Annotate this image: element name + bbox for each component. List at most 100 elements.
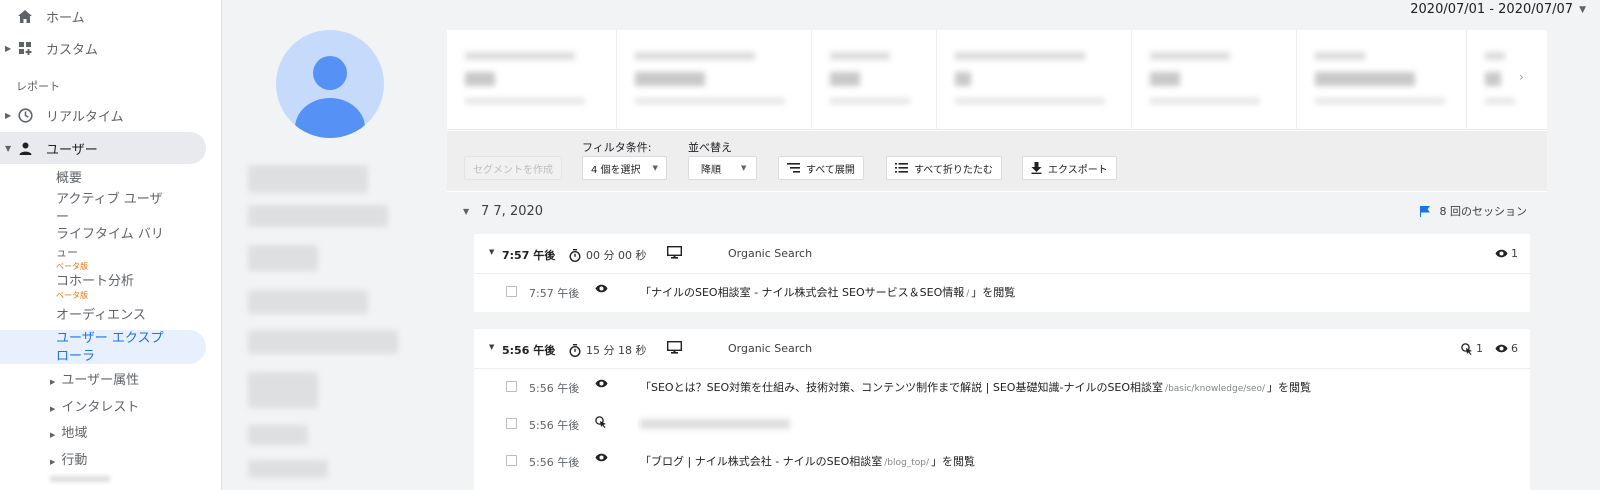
hit-time: 5:56 午後 (529, 456, 580, 469)
export-button[interactable]: エクスポート (1022, 156, 1117, 180)
redacted-info (248, 205, 388, 227)
expand-all-button[interactable]: すべて展開 (778, 156, 864, 180)
session-duration: 15 分 18 秒 (569, 342, 646, 358)
session-counts: 1 6 (1461, 342, 1518, 355)
hit-checkbox[interactable] (506, 286, 517, 297)
filter-value: 4 個を選択 (591, 164, 641, 176)
eye-icon (1495, 344, 1508, 353)
nav-behavior-label: 行動 (61, 453, 88, 468)
metric-cell (617, 30, 812, 130)
caret-right-icon: ▶ (50, 405, 56, 413)
nav-home-label: ホーム (46, 10, 85, 26)
session-source: Organic Search (728, 247, 813, 260)
avatar (276, 30, 384, 138)
caret-right-icon: ▶ (50, 431, 56, 439)
pageview-count: 6 (1495, 342, 1518, 355)
dashboard-icon (16, 39, 34, 57)
collapse-all-label: すべて折りたたむ (914, 164, 993, 176)
hit-row: 5:56 午後 「SEOとは？SEO対策を仕組み、技術対策、コンテンツ制作まで解… (474, 369, 1530, 405)
redacted-info (248, 290, 368, 314)
session-duration-value: 15 分 18 秒 (586, 344, 647, 357)
hit-suffix: 」を閲覧 (1267, 381, 1312, 394)
event-count-value: 1 (1476, 342, 1483, 355)
hit-checkbox[interactable] (506, 418, 517, 429)
hit-description[interactable]: 「ブログ | ナイル株式会社 - ナイルのSEO相談室/blog_top/」を閲… (640, 453, 975, 469)
pageview-count-value: 6 (1511, 342, 1518, 355)
chevron-right-icon[interactable]: › (1519, 70, 1524, 84)
caret-down-icon: ▼ (489, 343, 495, 351)
hit-row: 5:56 午後 「ブログ | ナイル株式会社 - ナイルのSEO相談室/blog… (474, 443, 1530, 479)
nav-active-users[interactable]: アクティブ ユーザ ー (56, 191, 162, 227)
caret-right-icon: ▶ (50, 378, 56, 386)
eye-icon (1495, 249, 1508, 258)
nav-geo[interactable]: ▶ 地域 (50, 422, 87, 441)
profile-column (222, 0, 447, 490)
avatar-body (295, 98, 365, 138)
hit-description[interactable]: 「SEOとは？SEO対策を仕組み、技術対策、コンテンツ制作まで解説 | SEO基… (640, 379, 1311, 395)
nav-overview[interactable]: 概要 (56, 170, 82, 188)
avatar-head (313, 56, 347, 90)
caret-down-icon: ▼ (463, 206, 470, 216)
beta-badge: ベータ版 (56, 291, 88, 300)
session-header[interactable]: ▼ 5:56 午後 15 分 18 秒 Organic Search 1 6 (474, 329, 1530, 369)
hit-checkbox[interactable] (506, 455, 517, 466)
hit-row: 7:57 午後 「ナイルのSEO相談室 - ナイル株式会社 SEOサービス＆SE… (474, 274, 1530, 310)
expand-list-icon (787, 163, 800, 173)
nav-user-explorer[interactable]: ユーザー エクスプ ローラ (0, 330, 206, 364)
nav-realtime[interactable]: ▶ リアルタイム (0, 99, 206, 131)
session-time: 5:56 午後 (502, 344, 556, 357)
filter-dropdown[interactable]: 4 個を選択 ▼ (582, 156, 667, 180)
collapse-list-icon (895, 163, 908, 173)
redacted-event (640, 419, 790, 429)
nav-geo-label: 地域 (61, 426, 88, 441)
touch-icon (595, 416, 607, 428)
sort-dropdown[interactable]: 降順 ▼ (688, 156, 758, 180)
nav-cohort[interactable]: コホート分析 ベータ版 (56, 273, 134, 301)
metric-cell (1132, 30, 1297, 130)
nav-behavior[interactable]: ▶ 行動 (50, 449, 87, 468)
hit-description[interactable]: 「ナイルのSEO相談室 - ナイル株式会社 SEOサービス＆SEO情報 / 」を閲覧 (640, 284, 1015, 300)
nav-demographics[interactable]: ▶ ユーザー属性 (50, 369, 139, 388)
hit-time: 5:56 午後 (529, 382, 580, 395)
metric-cell (1467, 30, 1547, 130)
hit-path: / (966, 289, 970, 299)
session-duration-value: 00 分 00 秒 (586, 249, 647, 262)
user-activity-panel: › セグメントを作成 フィルタ条件: 4 個を選択 ▼ 並べ替え 降順 ▼ すべて展… (447, 30, 1547, 490)
caret-right-icon: ▶ (5, 110, 12, 120)
eye-icon (595, 379, 608, 388)
flag-icon (1419, 205, 1430, 217)
redacted-info (248, 245, 318, 271)
summary-metrics: › (447, 30, 1547, 130)
caret-down-icon: ▼ (489, 248, 495, 256)
nav-custom[interactable]: ▶ カスタム (0, 32, 206, 64)
hit-suffix: 」を閲覧 (971, 286, 1016, 299)
create-segment-button[interactable]: セグメントを作成 (464, 156, 562, 180)
person-icon (16, 139, 34, 157)
nav-audience[interactable]: オーディエンス (56, 307, 146, 325)
hit-time: 5:56 午後 (529, 419, 580, 432)
stopwatch-icon (569, 248, 581, 262)
chevron-down-icon: ▼ (652, 164, 658, 172)
hit-title: 「SEOとは？SEO対策を仕組み、技術対策、コンテンツ制作まで解説 | SEO基… (640, 381, 1164, 394)
nav-interests[interactable]: ▶ インタレスト (50, 396, 139, 415)
nav-interests-label: インタレスト (61, 400, 140, 415)
chevron-down-icon: ▼ (1579, 4, 1586, 15)
section-report: レポート (16, 80, 60, 93)
metric-cell (812, 30, 937, 130)
date-range-picker[interactable]: 2020/07/01 - 2020/07/07 ▼ (1410, 2, 1586, 17)
nav-home[interactable]: ホーム (0, 0, 206, 32)
session-source: Organic Search (728, 342, 813, 355)
day-header[interactable]: ▼ 7 7, 2020 8 回のセッション (447, 192, 1547, 230)
nav-users[interactable]: ▼ ユーザー (0, 132, 206, 164)
nav-lifetime-value[interactable]: ライフタイム バリ ュー ベータ版 (56, 226, 164, 272)
date-range-value: 2020/07/01 - 2020/07/07 (1410, 2, 1574, 17)
beta-badge: ベータ版 (56, 262, 88, 271)
session-counts: 1 (1495, 247, 1518, 260)
home-icon (16, 7, 34, 25)
redacted-info (248, 460, 328, 478)
session-header[interactable]: ▼ 7:57 午後 00 分 00 秒 Organic Search 1 (474, 234, 1530, 274)
sort-value: 降順 (701, 164, 721, 176)
redacted-info (248, 165, 368, 193)
hit-checkbox[interactable] (506, 381, 517, 392)
collapse-all-button[interactable]: すべて折りたたむ (886, 156, 1002, 180)
